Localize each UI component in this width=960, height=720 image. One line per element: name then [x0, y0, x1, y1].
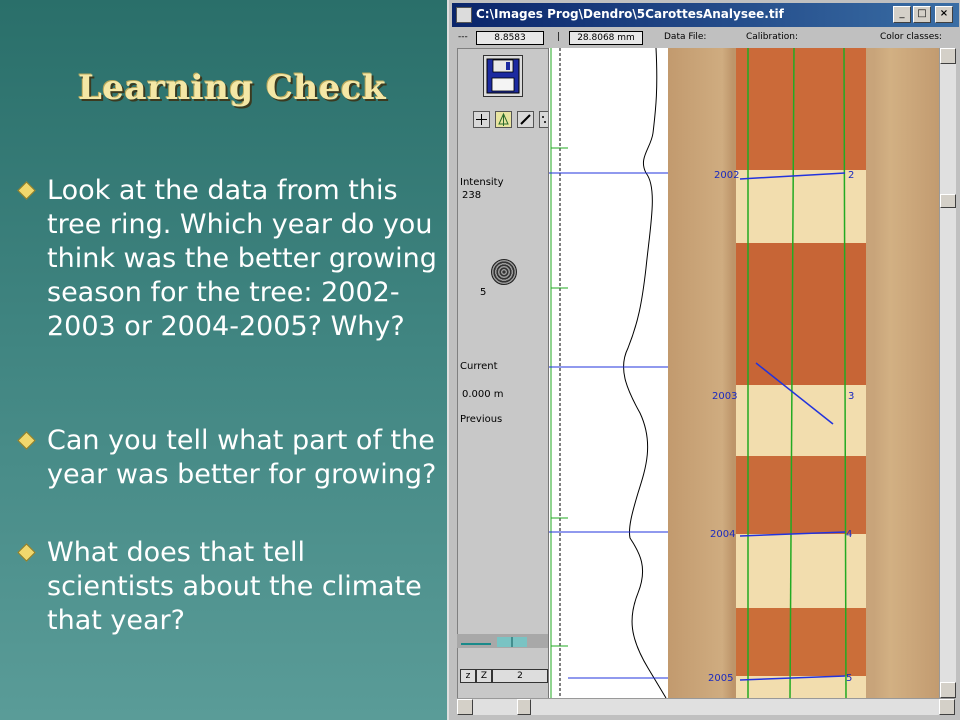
- tree-core-image[interactable]: 2002 2 2003 3 2004 4 2005 5: [668, 48, 939, 698]
- zoom-value: 2: [492, 669, 548, 683]
- close-button[interactable]: ×: [935, 6, 953, 23]
- data-file-label: Data File:: [664, 32, 707, 42]
- ring-year-label: 2005: [708, 673, 733, 684]
- previous-label: Previous: [460, 414, 503, 425]
- intensity-profile: [568, 47, 668, 699]
- zoom-out-button[interactable]: z: [460, 669, 476, 683]
- zoom-in-button[interactable]: Z: [476, 669, 492, 683]
- intensity-label: Intensity: [460, 177, 504, 188]
- current-value: 0.000 m: [462, 389, 504, 400]
- diamond-bullet-icon: [17, 543, 36, 562]
- tree-ring-icon: [491, 259, 517, 285]
- diamond-bullet-icon: [17, 181, 36, 200]
- minimize-button[interactable]: _: [893, 6, 911, 23]
- slide: Learning Check Look at the data from thi…: [0, 0, 960, 720]
- horizontal-scrollbar[interactable]: [457, 698, 955, 715]
- image-window: C:\Images Prog\Dendro\5CarottesAnalysee.…: [447, 0, 960, 720]
- calibration-label: Calibration:: [746, 32, 799, 42]
- app-icon[interactable]: [456, 7, 472, 23]
- window-title: C:\Images Prog\Dendro\5CarottesAnalysee.…: [476, 7, 784, 21]
- scroll-left-arrow-icon[interactable]: [457, 699, 473, 715]
- scroll-thumb[interactable]: [517, 699, 531, 715]
- vertical-scrollbar[interactable]: [939, 48, 956, 698]
- ring-year-label: 2002: [714, 170, 739, 181]
- info-bar: --- 8.8583 | 28.8068 mm Data File: Calib…: [452, 31, 959, 45]
- tool-strip: [457, 634, 548, 648]
- bullet-text: Can you tell what part of the year was b…: [47, 425, 437, 490]
- ring-index-label: 3: [848, 391, 854, 402]
- ring-index-label: 4: [846, 529, 852, 540]
- slide-title: Learning Check: [78, 68, 387, 108]
- position-value: 8.8583: [476, 31, 544, 45]
- info-lead: ---: [458, 32, 468, 42]
- save-icon[interactable]: [483, 55, 523, 97]
- bullet-text: Look at the data from this tree ring. Wh…: [47, 175, 437, 342]
- scroll-thumb[interactable]: [940, 194, 956, 208]
- ruler: [548, 48, 569, 698]
- color-classes-label: Color classes:: [880, 32, 942, 42]
- ring-index-label: 2: [848, 170, 854, 181]
- scroll-right-arrow-icon[interactable]: [939, 699, 955, 715]
- bullet-text: What does that tell scientists about the…: [47, 537, 422, 636]
- tree-tool-icon[interactable]: [495, 111, 512, 128]
- distance-value: 28.8068 mm: [569, 31, 643, 45]
- ring-year-label: 2003: [712, 391, 737, 402]
- scroll-up-arrow-icon[interactable]: [940, 48, 956, 64]
- crosshair-tool-icon[interactable]: [473, 111, 490, 128]
- info-separator: |: [557, 32, 561, 42]
- scroll-down-arrow-icon[interactable]: [940, 682, 956, 698]
- ring-index-label: 5: [846, 673, 852, 684]
- diamond-bullet-icon: [17, 431, 36, 450]
- intensity-value: 238: [462, 190, 482, 201]
- maximize-button[interactable]: □: [913, 6, 931, 23]
- ring-year-label: 2004: [710, 529, 735, 540]
- tool-panel: Intensity 238 5 Current 0.000 m Previous…: [457, 48, 550, 700]
- window-titlebar[interactable]: C:\Images Prog\Dendro\5CarottesAnalysee.…: [452, 3, 959, 27]
- ring-count: 5: [480, 287, 487, 298]
- pencil-tool-icon[interactable]: [517, 111, 534, 128]
- current-label: Current: [460, 361, 498, 372]
